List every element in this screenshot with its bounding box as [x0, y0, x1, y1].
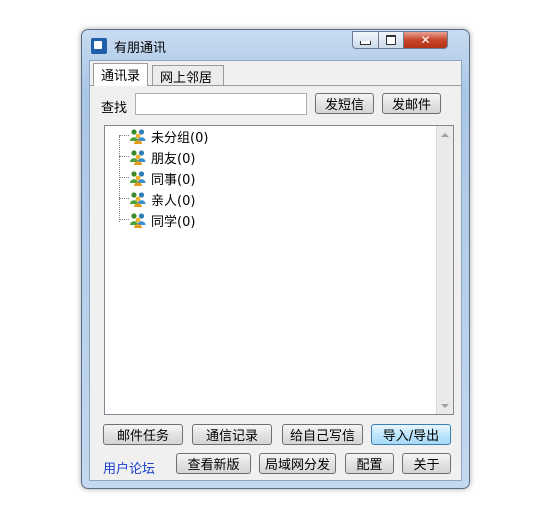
app-icon	[91, 38, 107, 54]
arrow-down-icon	[441, 403, 449, 408]
tree-group-label: 亲人(0)	[151, 194, 196, 209]
user-group-icon	[130, 129, 146, 144]
send-sms-button[interactable]: 发短信	[315, 93, 374, 114]
send-email-button[interactable]: 发邮件	[382, 93, 441, 114]
contact-group-tree[interactable]: 未分组(0) 朋友(0) 同事(0) 亲人(0) 同学(0)	[104, 125, 454, 415]
tab-contacts[interactable]: 通讯录	[93, 63, 149, 86]
vertical-scrollbar[interactable]	[436, 126, 453, 414]
mail-tasks-button[interactable]: 邮件任务	[103, 424, 183, 445]
close-icon: ✕	[420, 33, 431, 47]
search-input[interactable]	[135, 93, 307, 115]
user-group-icon	[130, 171, 146, 186]
window-title: 有朋通讯	[114, 41, 167, 56]
config-button[interactable]: 配置	[345, 453, 394, 474]
search-label: 查找	[101, 101, 128, 116]
user-group-icon	[130, 192, 146, 207]
maximize-icon	[386, 35, 396, 45]
user-forum-link[interactable]: 用户论坛	[103, 458, 155, 477]
scroll-up-button[interactable]	[437, 126, 453, 143]
tree-group-label: 朋友(0)	[151, 152, 196, 167]
comm-log-button[interactable]: 通信记录	[192, 424, 272, 445]
close-button[interactable]: ✕	[403, 31, 448, 49]
lan-distribute-button[interactable]: 局域网分发	[259, 453, 336, 474]
tree-connector-line	[119, 136, 120, 222]
tree-group-label: 未分组(0)	[151, 131, 209, 146]
app-window: 有朋通讯 ✕ 通讯录 网上邻居 查找 发短信 发邮件 未分组(0) 朋友(0) …	[81, 29, 470, 489]
check-new-version-button[interactable]: 查看新版	[176, 453, 251, 474]
scroll-down-button[interactable]	[437, 397, 453, 414]
title-bar[interactable]: 有朋通讯 ✕	[82, 30, 469, 60]
tab-network-neighbors[interactable]: 网上邻居	[152, 65, 224, 86]
tree-group-label: 同事(0)	[151, 173, 196, 188]
client-area: 通讯录 网上邻居 查找 发短信 发邮件 未分组(0) 朋友(0) 同事(0) 亲…	[89, 60, 462, 481]
minimize-icon	[360, 41, 371, 45]
maximize-button[interactable]	[378, 31, 404, 49]
minimize-button[interactable]	[352, 31, 379, 49]
tree-group-label: 同学(0)	[151, 215, 196, 230]
about-button[interactable]: 关于	[402, 453, 451, 474]
user-group-icon	[130, 150, 146, 165]
import-export-button[interactable]: 导入/导出	[371, 424, 451, 445]
arrow-up-icon	[441, 132, 449, 137]
write-to-self-button[interactable]: 给自己写信	[282, 424, 363, 445]
user-group-icon	[130, 213, 146, 228]
